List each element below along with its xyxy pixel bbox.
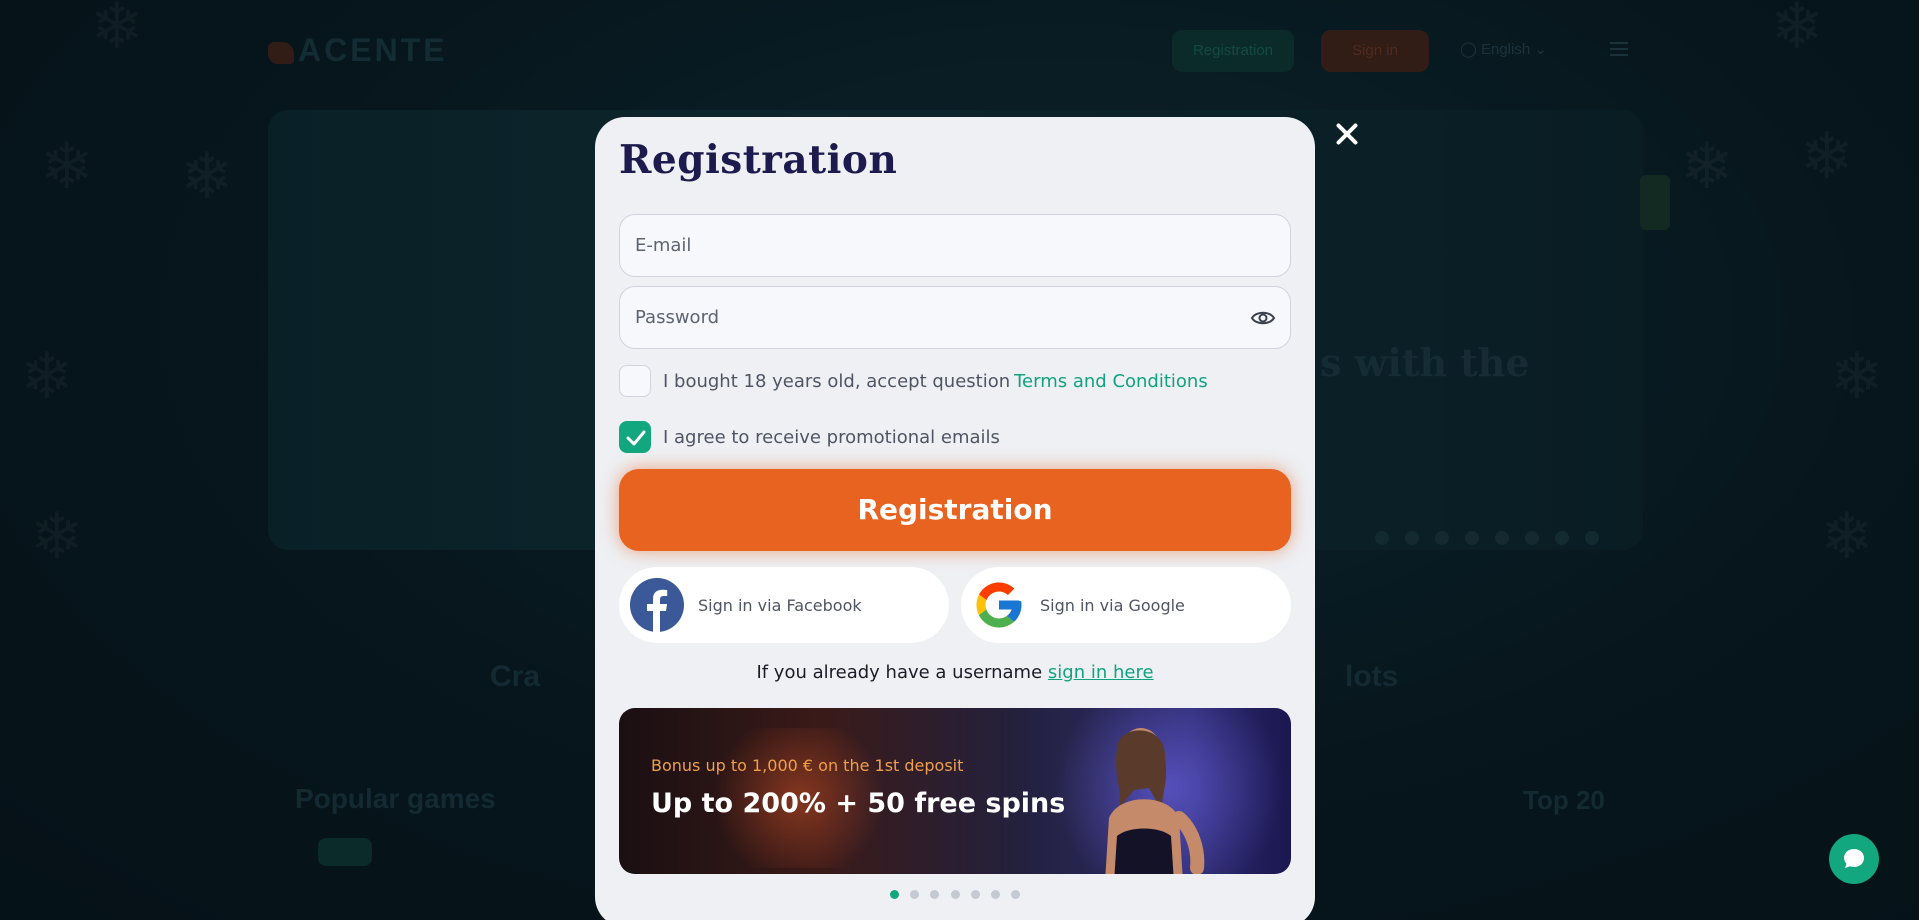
carousel-dot[interactable] <box>1010 890 1020 899</box>
promo-checkbox[interactable] <box>619 421 651 453</box>
carousel-dot[interactable] <box>910 890 920 899</box>
email-input[interactable] <box>620 215 1290 276</box>
signin-link[interactable]: sign in here <box>1048 662 1154 683</box>
carousel-dot[interactable] <box>930 890 940 899</box>
google-icon <box>976 582 1022 628</box>
bonus-banner[interactable]: Bonus up to 1,000 € on the 1st deposit U… <box>619 708 1291 874</box>
carousel-dot[interactable] <box>990 890 1000 899</box>
signin-prompt-text: If you already have a username <box>756 662 1043 683</box>
password-input[interactable] <box>620 287 1290 348</box>
eye-icon[interactable] <box>1250 306 1276 330</box>
terms-checkbox[interactable] <box>619 365 651 397</box>
terms-text: I bought 18 years old, accept question <box>663 370 1011 392</box>
carousel-dot[interactable] <box>970 890 980 899</box>
chat-icon <box>1844 849 1864 868</box>
terms-link[interactable]: Terms and Conditions <box>1014 371 1208 392</box>
password-field[interactable] <box>619 286 1291 349</box>
google-signin-label: Sign in via Google <box>1040 595 1185 615</box>
registration-submit-button[interactable]: Registration <box>619 469 1291 551</box>
terms-row: I bought 18 years old, accept question T… <box>619 365 1208 397</box>
banner-carousel-dots <box>595 884 1315 903</box>
banner-model-image <box>1105 728 1205 874</box>
facebook-icon <box>630 578 684 632</box>
signin-prompt: If you already have a username sign in h… <box>595 662 1315 683</box>
facebook-signin-button[interactable]: Sign in via Facebook <box>619 567 949 643</box>
chat-button[interactable] <box>1829 834 1879 884</box>
carousel-dot[interactable] <box>950 890 960 899</box>
banner-title: Up to 200% + 50 free spins <box>651 788 1066 819</box>
google-signin-button[interactable]: Sign in via Google <box>961 567 1291 643</box>
email-field[interactable] <box>619 214 1291 277</box>
facebook-signin-label: Sign in via Facebook <box>698 595 862 615</box>
banner-subtitle: Bonus up to 1,000 € on the 1st deposit <box>651 756 964 775</box>
registration-modal: Registration I bought 18 years old, acce… <box>595 117 1315 920</box>
close-icon[interactable] <box>1334 121 1360 147</box>
promo-row: I agree to receive promotional emails <box>619 421 1000 453</box>
check-icon <box>626 430 646 446</box>
carousel-dot[interactable] <box>890 890 900 899</box>
modal-title: Registration <box>619 137 898 183</box>
promo-text: I agree to receive promotional emails <box>663 426 1000 448</box>
